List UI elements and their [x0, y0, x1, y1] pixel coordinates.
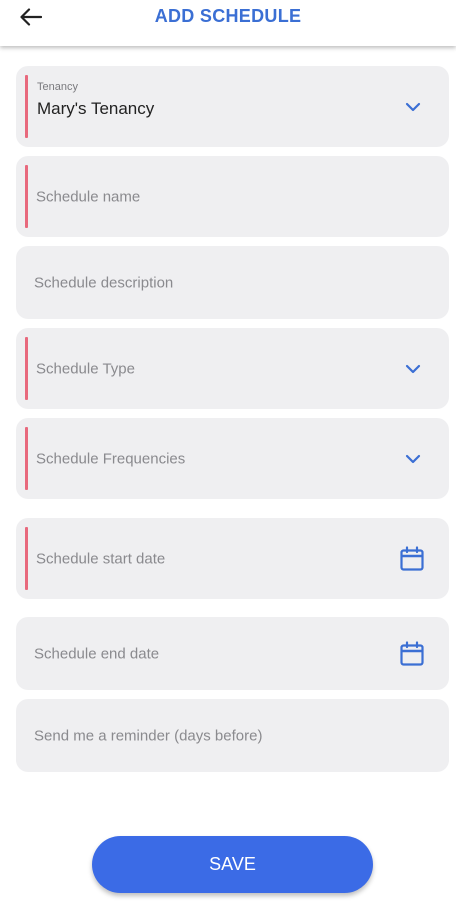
schedule-frequencies-select[interactable]: Schedule Frequencies: [16, 418, 449, 499]
tenancy-select[interactable]: Tenancy Mary's Tenancy: [16, 66, 449, 147]
required-indicator: [25, 75, 28, 138]
calendar-icon[interactable]: [399, 640, 425, 667]
schedule-frequencies-placeholder: Schedule Frequencies: [36, 450, 186, 467]
schedule-start-date-placeholder: Schedule start date: [36, 550, 166, 567]
required-indicator: [25, 165, 28, 228]
app-bar: ADD SCHEDULE: [0, 0, 456, 46]
required-indicator: [25, 337, 28, 400]
tenancy-value: Mary's Tenancy: [37, 99, 155, 118]
chevron-down-icon: [405, 364, 421, 373]
calendar-icon[interactable]: [399, 545, 425, 572]
chevron-down-icon: [405, 102, 421, 111]
chevron-down-icon: [405, 454, 421, 463]
schedule-description-field[interactable]: Schedule description: [16, 246, 449, 319]
reminder-days-field[interactable]: Send me a reminder (days before): [16, 699, 449, 772]
required-indicator: [25, 427, 28, 490]
reminder-placeholder: Send me a reminder (days before): [34, 727, 263, 744]
schedule-name-placeholder: Schedule name: [36, 188, 141, 205]
schedule-type-select[interactable]: Schedule Type: [16, 328, 449, 409]
save-button[interactable]: SAVE: [92, 836, 373, 893]
schedule-type-placeholder: Schedule Type: [36, 360, 135, 377]
schedule-name-field[interactable]: Schedule name: [16, 156, 449, 237]
schedule-start-date-field[interactable]: Schedule start date: [16, 518, 449, 599]
schedule-end-date-field[interactable]: Schedule end date: [16, 617, 449, 690]
required-indicator: [25, 527, 28, 590]
page-title: ADD SCHEDULE: [154, 6, 302, 26]
schedule-description-placeholder: Schedule description: [34, 274, 174, 291]
schedule-end-date-placeholder: Schedule end date: [34, 645, 160, 662]
tenancy-label: Tenancy: [37, 81, 78, 93]
